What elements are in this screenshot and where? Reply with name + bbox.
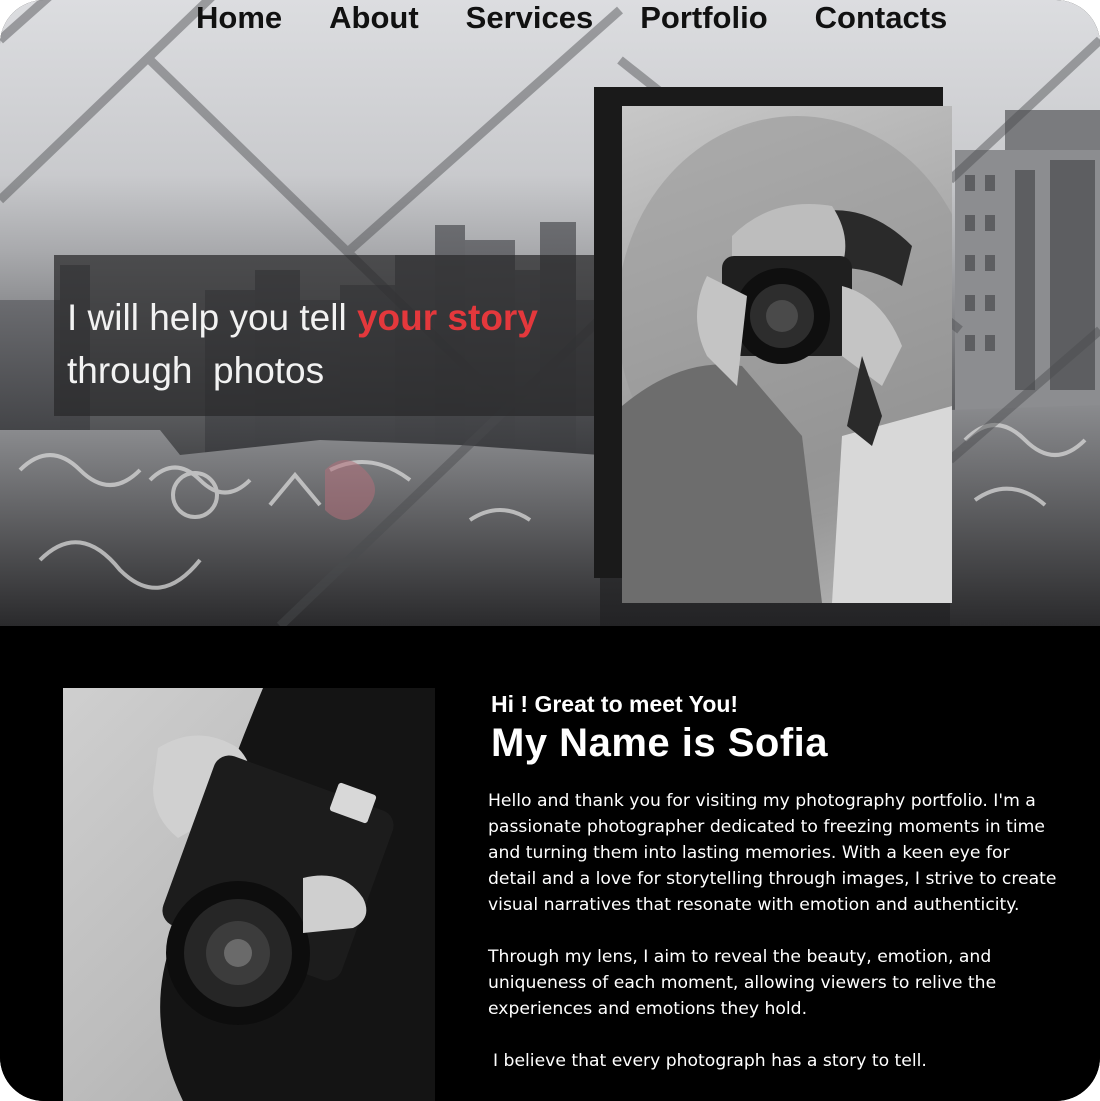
- hero-tagline-box: I will help you tell your story through p…: [54, 255, 665, 416]
- nav-home[interactable]: Home: [196, 0, 282, 36]
- bio-paragraph: Through my lens, I aim to reveal the bea…: [488, 947, 997, 1019]
- tagline-text-end: through photos: [67, 350, 325, 391]
- about-name-heading: My Name is Sofia: [491, 721, 829, 765]
- hero-section: Home About Services Portfolio Contacts I…: [0, 0, 1100, 626]
- nav-about[interactable]: About: [329, 0, 419, 36]
- nav-portfolio[interactable]: Portfolio: [640, 0, 767, 36]
- about-greeting: Hi ! Great to meet You!: [491, 691, 739, 717]
- about-bio: Hello and thank you for visiting my phot…: [488, 788, 1063, 1100]
- main-nav: Home About Services Portfolio Contacts: [196, 0, 947, 36]
- about-section: Hi ! Great to meet You! My Name is Sofia…: [0, 626, 1100, 1101]
- page: Home About Services Portfolio Contacts I…: [0, 0, 1100, 1101]
- bio-paragraph: Hello and thank you for visiting my phot…: [488, 791, 1057, 915]
- nav-services[interactable]: Services: [466, 0, 594, 36]
- hands-holding-camera-image: [153, 688, 435, 1101]
- nav-contacts[interactable]: Contacts: [815, 0, 948, 36]
- about-portrait-photo: [63, 688, 435, 1101]
- hero-tagline: I will help you tell your story through p…: [67, 291, 538, 397]
- tagline-text-start: I will help you tell: [67, 297, 357, 338]
- bio-paragraph: I believe that every photograph has a st…: [493, 1051, 927, 1071]
- tagline-accent: your story: [356, 297, 538, 338]
- hero-portrait-photo: [622, 106, 952, 603]
- photographer-portrait-image: [622, 116, 952, 603]
